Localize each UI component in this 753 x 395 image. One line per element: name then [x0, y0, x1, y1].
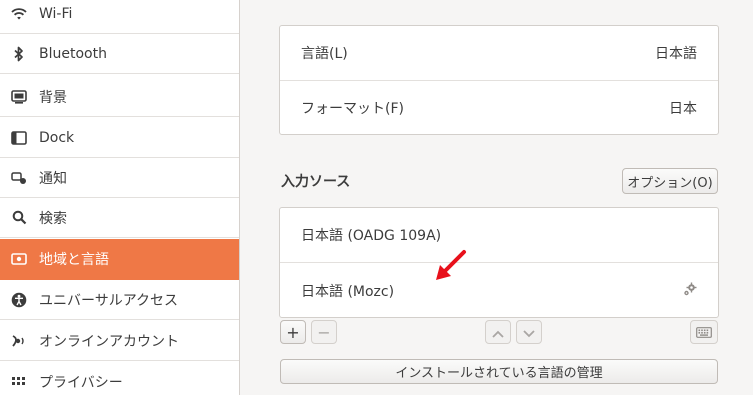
- input-source-label: 日本語 (OADG 109A): [301, 228, 442, 244]
- input-source-item[interactable]: 日本語 (OADG 109A): [280, 208, 718, 262]
- sidebar-item-label: オンラインアカウント: [39, 333, 179, 350]
- sidebar-item-dock[interactable]: Dock: [0, 118, 239, 158]
- chevron-down-icon: [523, 323, 535, 342]
- keyboard-icon: [696, 323, 712, 342]
- remove-input-source-button[interactable]: −: [311, 320, 337, 344]
- sidebar-item-label: ユニバーサルアクセス: [39, 292, 179, 309]
- sidebar-item-search[interactable]: 検索: [0, 198, 239, 238]
- sidebar-item-label: 検索: [39, 210, 67, 227]
- region-icon: [10, 250, 28, 268]
- sidebar-item-privacy[interactable]: プライバシー: [0, 362, 239, 395]
- language-value: 日本語: [655, 46, 697, 62]
- privacy-icon: [10, 373, 28, 391]
- sidebar-item-label: 地域と言語: [39, 252, 109, 268]
- add-input-source-button[interactable]: +: [280, 320, 306, 344]
- sidebar-item-label: Wi-Fi: [39, 5, 73, 22]
- sidebar-item-region-language[interactable]: 地域と言語: [0, 239, 239, 280]
- sidebar-item-online-accounts[interactable]: オンラインアカウント: [0, 321, 239, 361]
- search-icon: [10, 209, 28, 227]
- sidebar-item-label: Bluetooth: [39, 45, 107, 62]
- sidebar-item-label: 通知: [39, 170, 67, 187]
- settings-sidebar: Wi-Fi Bluetooth 背景 Dock 通知 検索 地域と言語 ユニバー…: [0, 0, 240, 395]
- sidebar-item-universal-access[interactable]: ユニバーサルアクセス: [0, 280, 239, 320]
- sidebar-item-label: 背景: [39, 89, 67, 106]
- bluetooth-icon: [10, 45, 28, 63]
- language-label: 言語(L): [301, 46, 348, 62]
- sidebar-item-notifications[interactable]: 通知: [0, 158, 239, 198]
- annotation-arrow-icon: [436, 250, 466, 280]
- online-accounts-icon: [10, 332, 28, 350]
- options-button[interactable]: オプション(O): [622, 168, 718, 194]
- sidebar-item-wifi[interactable]: Wi-Fi: [0, 0, 239, 34]
- sidebar-item-label: プライバシー: [39, 374, 123, 391]
- input-sources-title: 入力ソース: [281, 174, 351, 190]
- move-up-button[interactable]: [485, 320, 511, 344]
- chevron-up-icon: [492, 323, 504, 342]
- format-row[interactable]: フォーマット(F) 日本: [280, 80, 718, 134]
- dock-icon: [10, 129, 28, 147]
- accessibility-icon: [10, 291, 28, 309]
- input-source-item[interactable]: 日本語 (Mozc): [280, 262, 718, 318]
- format-label: フォーマット(F): [301, 100, 404, 117]
- manage-languages-button[interactable]: インストールされている言語の管理: [280, 359, 718, 384]
- format-value: 日本: [669, 100, 697, 117]
- input-sources-list: 日本語 (OADG 109A) 日本語 (Mozc): [279, 207, 719, 318]
- move-down-button[interactable]: [516, 320, 542, 344]
- wifi-icon: [10, 5, 28, 23]
- sidebar-item-bluetooth[interactable]: Bluetooth: [0, 34, 239, 74]
- notification-icon: [10, 169, 28, 187]
- region-language-panel: 言語(L) 日本語 フォーマット(F) 日本 入力ソース オプション(O) 日本…: [241, 0, 753, 395]
- keyboard-layout-button[interactable]: [690, 320, 718, 344]
- sidebar-item-label: Dock: [39, 129, 75, 146]
- input-source-label: 日本語 (Mozc): [301, 283, 395, 300]
- language-format-card: 言語(L) 日本語 フォーマット(F) 日本: [279, 25, 719, 135]
- background-icon: [10, 88, 28, 106]
- language-row[interactable]: 言語(L) 日本語: [280, 26, 718, 80]
- gear-icon[interactable]: [682, 281, 698, 301]
- sidebar-item-background[interactable]: 背景: [0, 77, 239, 117]
